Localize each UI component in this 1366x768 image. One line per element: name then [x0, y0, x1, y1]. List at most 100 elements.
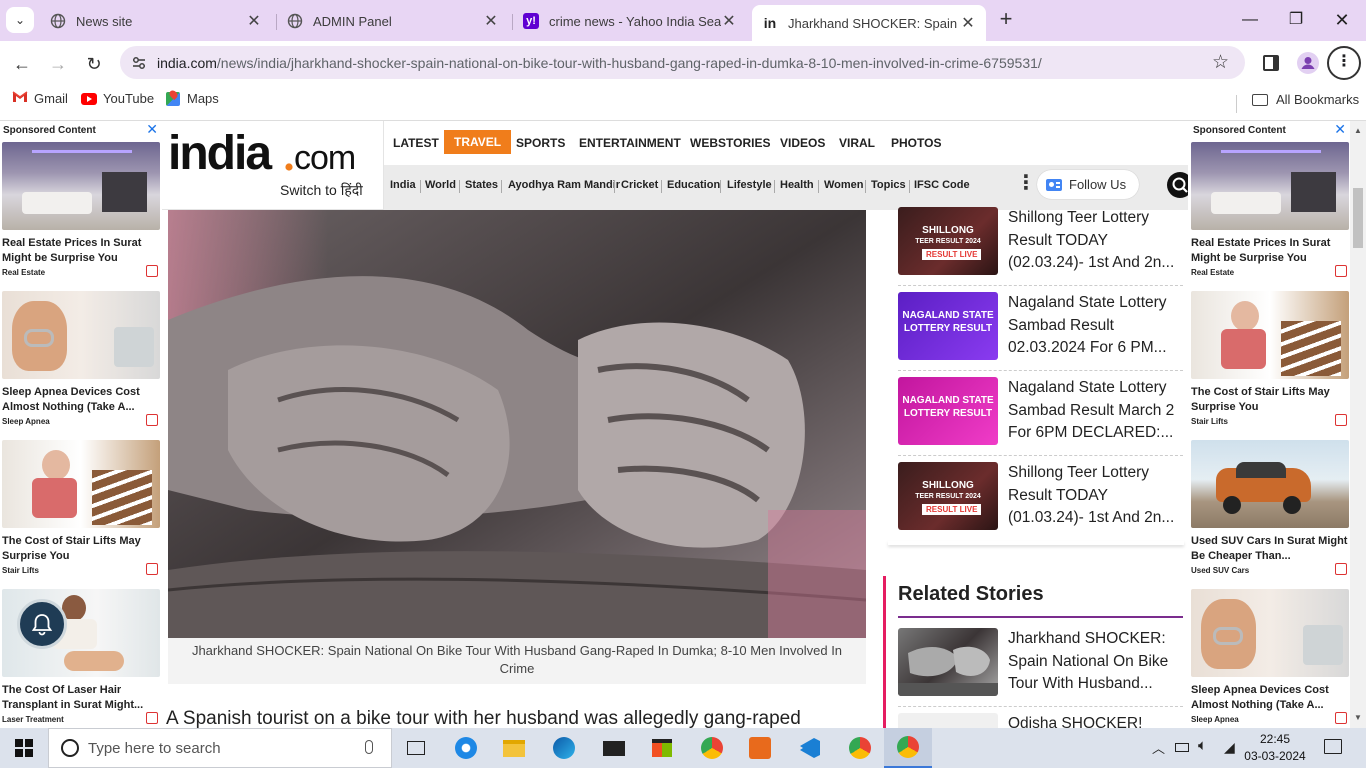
forward-button[interactable]: → — [44, 50, 72, 78]
notifications-icon[interactable] — [1324, 739, 1342, 754]
task-view-button[interactable] — [392, 728, 440, 768]
edge-icon[interactable] — [540, 728, 588, 768]
site-settings-icon[interactable] — [130, 54, 148, 72]
file-explorer-icon[interactable] — [490, 728, 538, 768]
subnav-cricket[interactable]: Cricket — [621, 179, 658, 191]
external-link-icon[interactable] — [1335, 712, 1347, 724]
browser-menu-button[interactable]: ⋮ — [1327, 46, 1361, 80]
battery-icon[interactable] — [1175, 743, 1189, 752]
maximize-button[interactable]: ❐ — [1276, 8, 1316, 32]
main-nav: LATEST TRAVEL SPORTS ENTERTAINMENT WEBST… — [383, 121, 1188, 165]
external-link-icon[interactable] — [1335, 563, 1347, 575]
nav-travel[interactable]: TRAVEL — [444, 130, 512, 154]
mail-icon[interactable] — [590, 728, 638, 768]
nav-webstories[interactable]: WEBSTORIES — [690, 136, 770, 150]
close-ad-icon[interactable]: ✕ — [1334, 121, 1346, 138]
page-scrollbar[interactable]: ▲ ▼ — [1350, 121, 1366, 728]
all-bookmarks-button[interactable]: All Bookmarks — [1252, 92, 1359, 107]
ad-card[interactable]: Real Estate Prices In Surat Might be Sur… — [2, 142, 160, 280]
google-news-icon — [1046, 177, 1064, 193]
ad-card[interactable]: Used SUV Cars In Surat Might Be Cheaper … — [1191, 440, 1349, 578]
reload-button[interactable]: ↻ — [80, 50, 108, 78]
microphone-icon[interactable] — [365, 740, 373, 754]
follow-us-button[interactable]: Follow Us — [1037, 170, 1139, 199]
safari-icon[interactable] — [442, 728, 490, 768]
volume-icon[interactable]: 🔈︎ — [1198, 737, 1207, 754]
close-tab-icon[interactable]: ✕ — [960, 13, 976, 33]
minimize-button[interactable]: — — [1230, 8, 1270, 32]
ad-card[interactable]: Sleep Apnea Devices Cost Almost Nothing … — [2, 291, 160, 429]
nav-viral[interactable]: VIRAL — [839, 136, 875, 150]
chrome-active-icon[interactable] — [884, 728, 932, 768]
subnav-states[interactable]: States — [465, 179, 498, 191]
chrome-icon[interactable] — [688, 728, 736, 768]
nav-sports[interactable]: SPORTS — [516, 136, 565, 150]
scrollbar-thumb[interactable] — [1353, 188, 1363, 248]
profile-avatar[interactable] — [1297, 52, 1319, 74]
address-bar[interactable]: india.com/news/india/jharkhand-shocker-s… — [120, 46, 1245, 79]
bookmark-star-icon[interactable]: ☆ — [1212, 51, 1229, 74]
nav-videos[interactable]: VIDEOS — [780, 136, 825, 150]
external-link-icon[interactable] — [1335, 265, 1347, 277]
side-panel-icon[interactable] — [1263, 55, 1279, 71]
story-thumbnail: SHILLONG TEER RESULT 2024 RESULT LIVE — [898, 207, 998, 275]
switch-language-link[interactable]: Switch to हिंदी — [280, 181, 363, 200]
taskbar-search-box[interactable]: Type here to search — [48, 728, 392, 768]
subnav-lifestyle[interactable]: Lifestyle — [727, 179, 772, 191]
store-icon[interactable] — [638, 728, 686, 768]
rail-story[interactable]: NAGALAND STATE LOTTERY RESULT Nagaland St… — [898, 292, 1183, 376]
related-story[interactable]: Odisha SHOCKER! — [898, 713, 1183, 728]
bookmark-youtube[interactable]: YouTube — [81, 91, 154, 106]
subnav-world[interactable]: World — [425, 179, 456, 191]
network-icon[interactable]: ◢ — [1224, 739, 1235, 756]
external-link-icon[interactable] — [146, 712, 158, 724]
rail-story[interactable]: SHILLONG TEER RESULT 2024 RESULT LIVE Shil… — [898, 207, 1183, 291]
close-tab-icon[interactable]: ✕ — [246, 11, 262, 31]
ad-card[interactable]: The Cost of Stair Lifts May Surprise You… — [2, 440, 160, 578]
back-button[interactable]: ← — [8, 50, 36, 78]
subnav-education[interactable]: Education — [667, 179, 720, 191]
thumb-line-1: NAGALAND STATE — [902, 395, 994, 406]
new-tab-button[interactable]: + — [994, 8, 1018, 32]
nav-entertainment[interactable]: ENTERTAINMENT — [579, 136, 681, 150]
thumb-line-2: TEER RESULT 2024 — [915, 493, 981, 500]
close-ad-icon[interactable]: ✕ — [146, 121, 158, 138]
more-menu-icon[interactable]: ⋮ — [1016, 170, 1036, 195]
tab-search-button[interactable]: ⌄ — [6, 7, 34, 33]
subnav-ifsc-code[interactable]: IFSC Code — [914, 179, 970, 191]
start-button[interactable] — [0, 728, 48, 768]
tab-admin-panel[interactable]: ADMIN Panel ✕ — [277, 6, 509, 36]
external-link-icon[interactable] — [146, 414, 158, 426]
story-title: Nagaland State Lottery Sambad Result Mar… — [1008, 379, 1175, 441]
related-story[interactable]: Jharkhand SHOCKER: Spain National On Bik… — [898, 628, 1183, 712]
nav-latest[interactable]: LATEST — [393, 136, 439, 150]
app-orange-icon[interactable] — [736, 728, 784, 768]
nav-photos[interactable]: PHOTOS — [891, 136, 941, 150]
bookmark-maps[interactable]: Maps — [166, 88, 219, 106]
external-link-icon[interactable] — [1335, 414, 1347, 426]
close-window-button[interactable]: ✕ — [1322, 8, 1362, 32]
subnav-health[interactable]: Health — [780, 179, 814, 191]
notification-bell-button[interactable] — [17, 599, 67, 649]
ad-card[interactable]: Sleep Apnea Devices Cost Almost Nothing … — [1191, 589, 1349, 727]
tab-yahoo-search[interactable]: y! crime news - Yahoo India Search ✕ — [513, 6, 747, 36]
system-clock[interactable]: 22:45 03-03-2024 — [1240, 731, 1310, 765]
tab-news-site[interactable]: News site ✕ — [40, 6, 272, 36]
vscode-icon[interactable] — [786, 728, 834, 768]
close-tab-icon[interactable]: ✕ — [483, 11, 499, 31]
tray-chevron-icon[interactable]: ︿ — [1152, 738, 1165, 757]
rail-story[interactable]: SHILLONG TEER RESULT 2024 RESULT LIVE Shil… — [898, 462, 1183, 546]
chrome-profile-icon[interactable] — [836, 728, 884, 768]
external-link-icon[interactable] — [146, 563, 158, 575]
tab-jharkhand-shocker[interactable]: in Jharkhand SHOCKER: Spain National On … — [752, 5, 986, 41]
subnav-topics[interactable]: Topics — [871, 179, 906, 191]
subnav-india[interactable]: India — [390, 179, 416, 191]
external-link-icon[interactable] — [146, 265, 158, 277]
ad-card[interactable]: The Cost of Stair Lifts May Surprise You… — [1191, 291, 1349, 429]
rail-story[interactable]: NAGALAND STATE LOTTERY RESULT Nagaland St… — [898, 377, 1183, 461]
close-tab-icon[interactable]: ✕ — [721, 11, 737, 31]
subnav-women[interactable]: Women — [824, 179, 864, 191]
subnav-ayodhya-ram-mandir[interactable]: Ayodhya Ram Mandir — [508, 179, 620, 191]
ad-card[interactable]: Real Estate Prices In Surat Might be Sur… — [1191, 142, 1349, 280]
bookmark-gmail[interactable]: Gmail — [12, 91, 68, 106]
